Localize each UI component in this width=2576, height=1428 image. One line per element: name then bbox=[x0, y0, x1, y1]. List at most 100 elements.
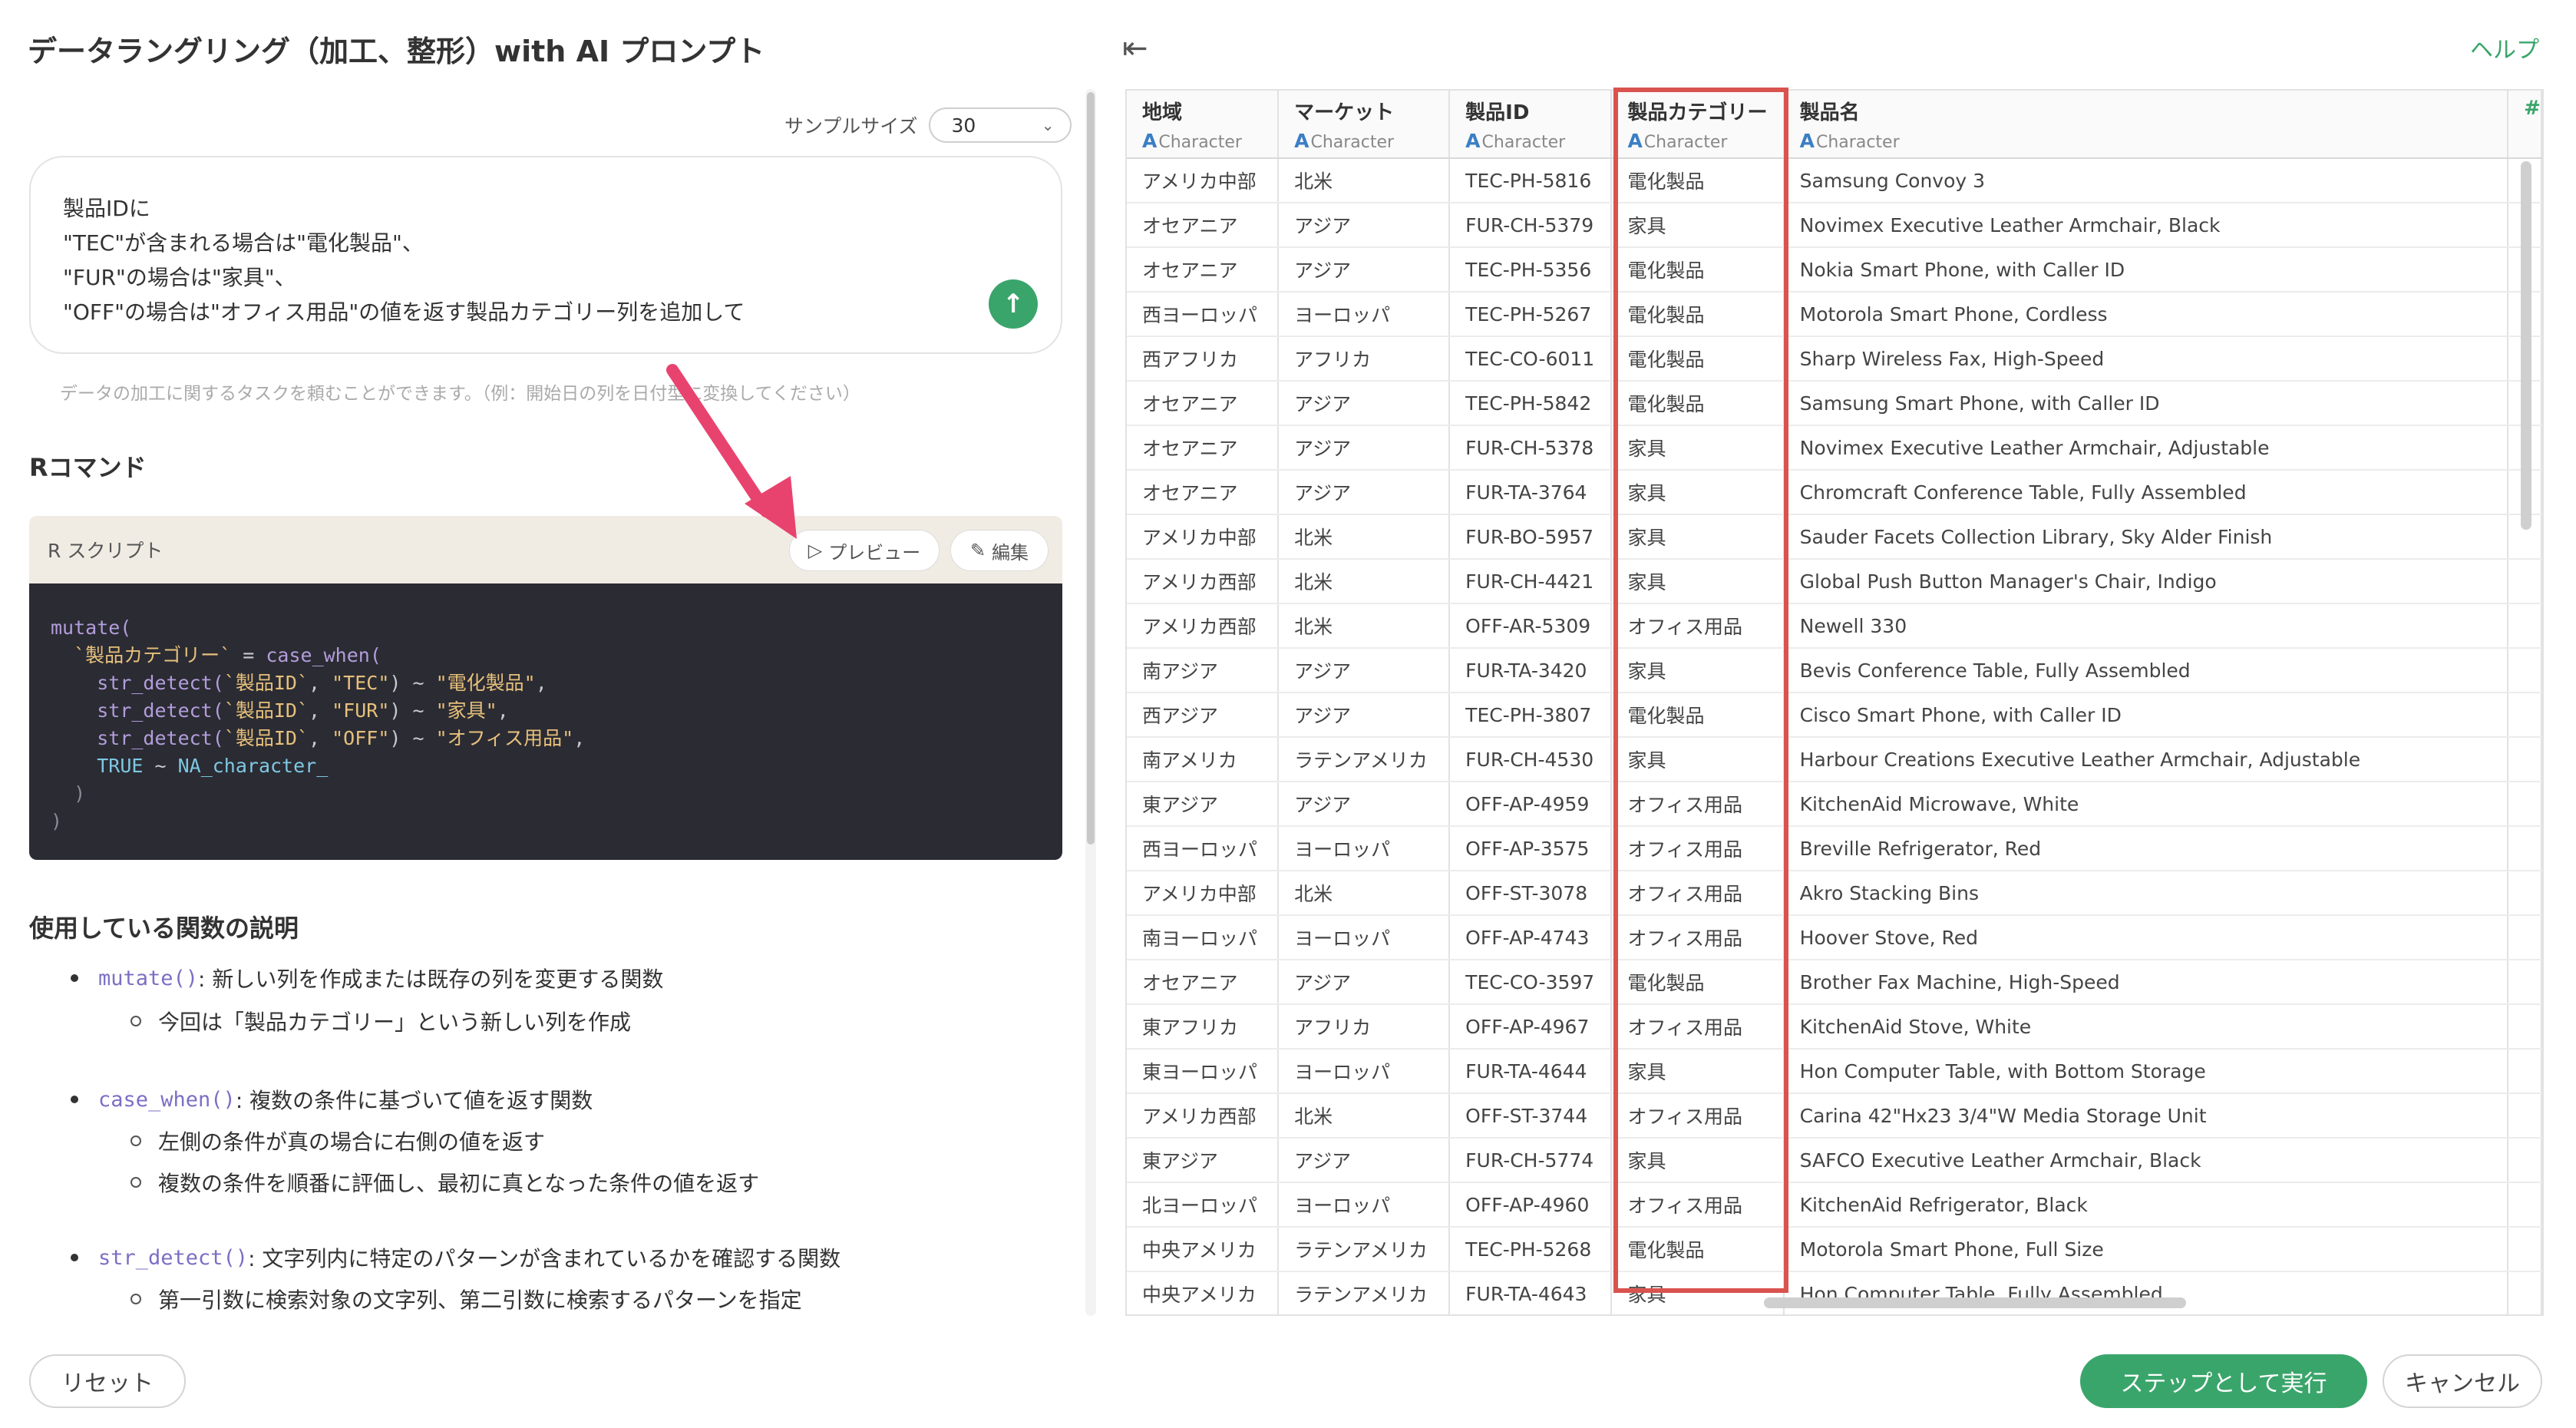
table-cell[interactable]: オセアニア bbox=[1127, 470, 1280, 515]
table-cell[interactable]: FUR-CH-5379 bbox=[1449, 203, 1613, 248]
table-cell[interactable]: SAFCO Executive Leather Armchair, Black bbox=[1783, 1138, 2509, 1183]
table-cell[interactable]: Newell 330 bbox=[1783, 603, 2509, 649]
table-cell[interactable]: アジア bbox=[1278, 247, 1451, 293]
table-cell[interactable]: Bevis Conference Table, Fully Assembled bbox=[1783, 648, 2509, 693]
table-cell[interactable]: アジア bbox=[1278, 693, 1451, 738]
table-cell[interactable]: FUR-CH-4421 bbox=[1449, 559, 1613, 604]
table-cell[interactable]: ラテンアメリカ bbox=[1278, 1227, 1451, 1272]
table-cell[interactable]: アジア bbox=[1278, 203, 1451, 248]
table-cell[interactable]: オセアニア bbox=[1127, 425, 1280, 471]
table-cell[interactable]: 電化製品 bbox=[1611, 381, 1785, 426]
table-cell[interactable]: Chromcraft Conference Table, Fully Assem… bbox=[1783, 470, 2509, 515]
table-cell[interactable]: オセアニア bbox=[1127, 381, 1280, 426]
table-cell[interactable]: 家具 bbox=[1611, 470, 1785, 515]
table-cell[interactable]: ラテンアメリカ bbox=[1278, 1271, 1451, 1314]
table-cell[interactable]: FUR-TA-4644 bbox=[1449, 1049, 1613, 1094]
table-cell[interactable]: Hoover Stove, Red bbox=[1783, 915, 2509, 960]
table-cell[interactable]: ヨーロッパ bbox=[1278, 915, 1451, 960]
table-cell[interactable]: Novimex Executive Leather Armchair, Adju… bbox=[1783, 425, 2509, 471]
table-cell[interactable]: 家具 bbox=[1611, 425, 1785, 471]
table-cell[interactable]: 家具 bbox=[1611, 559, 1785, 604]
table-cell[interactable]: FUR-CH-5774 bbox=[1449, 1138, 1613, 1183]
table-cell[interactable]: オフィス用品 bbox=[1611, 826, 1785, 871]
table-cell[interactable]: OFF-AP-4960 bbox=[1449, 1182, 1613, 1228]
table-cell[interactable]: FUR-BO-5957 bbox=[1449, 514, 1613, 560]
table-cell[interactable]: アフリカ bbox=[1278, 336, 1451, 382]
table-cell[interactable]: アメリカ中部 bbox=[1127, 514, 1280, 560]
table-cell[interactable]: アジア bbox=[1278, 1138, 1451, 1183]
table-cell[interactable]: 北米 bbox=[1278, 1093, 1451, 1139]
table-cell[interactable]: OFF-AP-4959 bbox=[1449, 782, 1613, 827]
table-cell[interactable]: Carina 42"Hx23 3/4"W Media Storage Unit bbox=[1783, 1093, 2509, 1139]
table-cell[interactable]: アフリカ bbox=[1278, 1004, 1451, 1050]
table-cell[interactable]: 東アジア bbox=[1127, 782, 1280, 827]
table-cell[interactable]: 北米 bbox=[1278, 158, 1451, 203]
table-cell[interactable]: 家具 bbox=[1611, 648, 1785, 693]
table-cell[interactable]: KitchenAid Refrigerator, Black bbox=[1783, 1182, 2509, 1228]
table-cell[interactable]: FUR-CH-5378 bbox=[1449, 425, 1613, 471]
table-cell[interactable]: Brother Fax Machine, High-Speed bbox=[1783, 960, 2509, 1005]
table-cell[interactable]: OFF-AP-4743 bbox=[1449, 915, 1613, 960]
table-cell[interactable]: FUR-TA-4643 bbox=[1449, 1271, 1613, 1314]
column-header[interactable]: 製品名 ACharacter bbox=[1783, 91, 2509, 159]
table-cell[interactable]: 西ヨーロッパ bbox=[1127, 826, 1280, 871]
table-cell[interactable]: オセアニア bbox=[1127, 960, 1280, 1005]
table-cell[interactable]: 電化製品 bbox=[1611, 336, 1785, 382]
table-cell[interactable]: OFF-ST-3744 bbox=[1449, 1093, 1613, 1139]
table-cell[interactable]: TEC-CO-3597 bbox=[1449, 960, 1613, 1005]
table-cell[interactable]: OFF-ST-3078 bbox=[1449, 871, 1613, 916]
table-cell[interactable]: 東アジア bbox=[1127, 1138, 1280, 1183]
table-cell[interactable]: 家具 bbox=[1611, 1049, 1785, 1094]
table-cell[interactable]: 東アフリカ bbox=[1127, 1004, 1280, 1050]
table-cell[interactable]: OFF-AR-5309 bbox=[1449, 603, 1613, 649]
table-cell[interactable]: Hon Computer Table, with Bottom Storage bbox=[1783, 1049, 2509, 1094]
table-cell[interactable]: Akro Stacking Bins bbox=[1783, 871, 2509, 916]
table-cell[interactable]: TEC-PH-5842 bbox=[1449, 381, 1613, 426]
table-cell[interactable]: 北ヨーロッパ bbox=[1127, 1182, 1280, 1228]
table-cell[interactable]: ラテンアメリカ bbox=[1278, 737, 1451, 782]
table-cell[interactable]: Sharp Wireless Fax, High-Speed bbox=[1783, 336, 2509, 382]
table-cell[interactable]: アメリカ西部 bbox=[1127, 559, 1280, 604]
table-cell[interactable]: アジア bbox=[1278, 425, 1451, 471]
table-cell[interactable]: Motorola Smart Phone, Full Size bbox=[1783, 1227, 2509, 1272]
table-cell[interactable]: 家具 bbox=[1611, 514, 1785, 560]
table-cell[interactable]: 家具 bbox=[1611, 203, 1785, 248]
table-cell[interactable]: Samsung Smart Phone, with Caller ID bbox=[1783, 381, 2509, 426]
collapse-panel-icon[interactable]: ⇤ bbox=[1122, 31, 1148, 66]
table-cell[interactable]: Breville Refrigerator, Red bbox=[1783, 826, 2509, 871]
table-cell[interactable]: TEC-PH-5267 bbox=[1449, 292, 1613, 337]
table-cell[interactable]: 中央アメリカ bbox=[1127, 1271, 1280, 1314]
table-cell[interactable]: 西アジア bbox=[1127, 693, 1280, 738]
table-cell[interactable]: オフィス用品 bbox=[1611, 1182, 1785, 1228]
send-button[interactable]: ↑ bbox=[989, 279, 1038, 329]
table-cell[interactable]: TEC-PH-5816 bbox=[1449, 158, 1613, 203]
table-horizontal-scrollbar[interactable] bbox=[1764, 1297, 2186, 1308]
table-cell[interactable]: 電化製品 bbox=[1611, 960, 1785, 1005]
table-cell[interactable]: TEC-PH-5356 bbox=[1449, 247, 1613, 293]
table-cell[interactable]: 家具 bbox=[1611, 1138, 1785, 1183]
table-cell[interactable]: 西ヨーロッパ bbox=[1127, 292, 1280, 337]
table-cell[interactable]: アメリカ西部 bbox=[1127, 1093, 1280, 1139]
table-cell[interactable]: オセアニア bbox=[1127, 247, 1280, 293]
table-cell[interactable]: オセアニア bbox=[1127, 203, 1280, 248]
table-cell[interactable]: 電化製品 bbox=[1611, 158, 1785, 203]
table-cell[interactable]: アジア bbox=[1278, 648, 1451, 693]
prompt-input[interactable]: 製品IDに "TEC"が含まれる場合は"電化製品"、 "FUR"の場合は"家具"… bbox=[29, 156, 1062, 354]
table-cell[interactable]: Sauder Facets Collection Library, Sky Al… bbox=[1783, 514, 2509, 560]
table-cell[interactable]: アジア bbox=[1278, 960, 1451, 1005]
run-as-step-button[interactable]: ステップとして実行 bbox=[2080, 1354, 2367, 1408]
table-cell[interactable]: アメリカ中部 bbox=[1127, 158, 1280, 203]
table-cell[interactable]: 南アメリカ bbox=[1127, 737, 1280, 782]
table-cell[interactable]: オフィス用品 bbox=[1611, 1004, 1785, 1050]
cancel-button[interactable]: キャンセル bbox=[2383, 1354, 2542, 1408]
table-cell[interactable]: Cisco Smart Phone, with Caller ID bbox=[1783, 693, 2509, 738]
table-cell[interactable]: ヨーロッパ bbox=[1278, 1049, 1451, 1094]
table-cell[interactable]: 電化製品 bbox=[1611, 1227, 1785, 1272]
table-cell[interactable]: 電化製品 bbox=[1611, 247, 1785, 293]
table-cell[interactable]: Harbour Creations Executive Leather Armc… bbox=[1783, 737, 2509, 782]
table-cell[interactable]: Samsung Convoy 3 bbox=[1783, 158, 2509, 203]
column-header[interactable]: 製品ID ACharacter bbox=[1449, 91, 1613, 159]
table-cell[interactable]: Hon Computer Table, Fully Assembled bbox=[1783, 1271, 2509, 1314]
table-cell[interactable]: TEC-CO-6011 bbox=[1449, 336, 1613, 382]
table-cell[interactable]: 家具 bbox=[1611, 737, 1785, 782]
